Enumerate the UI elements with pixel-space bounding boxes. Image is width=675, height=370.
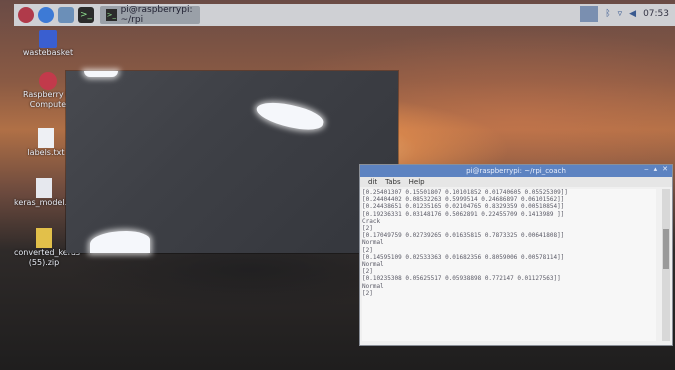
raspberry-menu-icon[interactable] [18, 7, 34, 23]
terminal-line: Normal [362, 261, 384, 269]
minimize-icon[interactable]: ‒ [644, 165, 648, 173]
wifi-icon[interactable]: ▿ [618, 9, 623, 19]
terminal-line: [2] [362, 225, 373, 233]
menu-help[interactable]: Help [409, 178, 425, 186]
terminal-scrollbar[interactable] [662, 189, 670, 341]
bright-spot [90, 231, 150, 253]
raspberry-icon [39, 72, 57, 90]
terminal-output[interactable]: [0.25401307 0.15501807 0.10101852 0.0174… [362, 189, 656, 341]
terminal-launcher-icon[interactable]: >_ [78, 7, 94, 23]
taskbar-terminal-button[interactable]: >_ pi@raspberrypi: ~/rpi [100, 5, 200, 25]
terminal-line: [0.10235308 0.05625517 0.05938898 0.7721… [362, 275, 561, 283]
terminal-line: Normal [362, 239, 384, 247]
clock[interactable]: 07:53 [643, 9, 669, 19]
text-file-icon [38, 128, 54, 148]
system-tray: ᛒ ▿ ◀ 07:53 [580, 6, 669, 22]
file-icon [36, 178, 52, 198]
desktop-icon-zip[interactable]: converted_keras (55).zip [14, 228, 80, 268]
scrollbar-thumb[interactable] [663, 229, 669, 269]
zip-file-icon [36, 228, 52, 248]
terminal-titlebar[interactable]: pi@raspberrypi: ~/rpi_coach ‒ ▴ ✕ [360, 165, 672, 177]
close-icon[interactable]: ✕ [662, 165, 668, 173]
terminal-line: [0.25401307 0.15501807 0.10101852 0.0174… [362, 189, 568, 196]
terminal-line: [0.24404402 0.08532263 0.5999514 0.24686… [362, 196, 565, 204]
terminal-line: [0.24438651 0.01235165 0.02104765 0.8329… [362, 203, 565, 211]
volume-icon[interactable]: ◀ [629, 9, 636, 19]
bright-spot [84, 71, 118, 77]
menu-tabs[interactable]: Tabs [385, 178, 401, 186]
bright-spot [254, 98, 326, 134]
desktop-icon-wastebasket[interactable]: wastebasket [18, 30, 78, 58]
terminal-line: Normal [362, 282, 384, 290]
terminal-line: Crack [362, 217, 381, 225]
terminal-line: [0.14595109 0.02533363 0.01682356 0.8059… [362, 253, 565, 261]
wastebasket-icon [39, 30, 57, 48]
browser-icon[interactable] [38, 7, 54, 23]
terminal-line: [0.19236331 0.03148176 0.5062891 0.22455… [362, 210, 565, 218]
cpu-monitor-icon[interactable] [580, 6, 599, 22]
maximize-icon[interactable]: ▴ [654, 165, 658, 173]
menu-edit[interactable]: dit [368, 178, 377, 186]
taskbar-terminal-label: pi@raspberrypi: ~/rpi [120, 5, 193, 25]
terminal-line: [0.17049759 0.02739265 0.01635815 0.7873… [362, 232, 565, 240]
terminal-line: [2] [362, 246, 373, 254]
terminal-window[interactable]: pi@raspberrypi: ~/rpi_coach ‒ ▴ ✕ dit Ta… [359, 164, 673, 346]
terminal-title: pi@raspberrypi: ~/rpi_coach [466, 167, 566, 175]
terminal-line: [2] [362, 289, 373, 297]
terminal-icon: >_ [106, 9, 117, 21]
terminal-line: [2] [362, 268, 373, 276]
terminal-menubar: dit Tabs Help [360, 177, 672, 187]
desktop-icon-keras-model[interactable]: keras_model.h5 [14, 178, 77, 208]
bluetooth-icon[interactable]: ᛒ [605, 9, 610, 19]
camera-preview-window[interactable] [66, 71, 398, 253]
file-manager-icon[interactable] [58, 7, 74, 23]
top-panel: >_ >_ pi@raspberrypi: ~/rpi ᛒ ▿ ◀ 07:53 [14, 4, 675, 26]
